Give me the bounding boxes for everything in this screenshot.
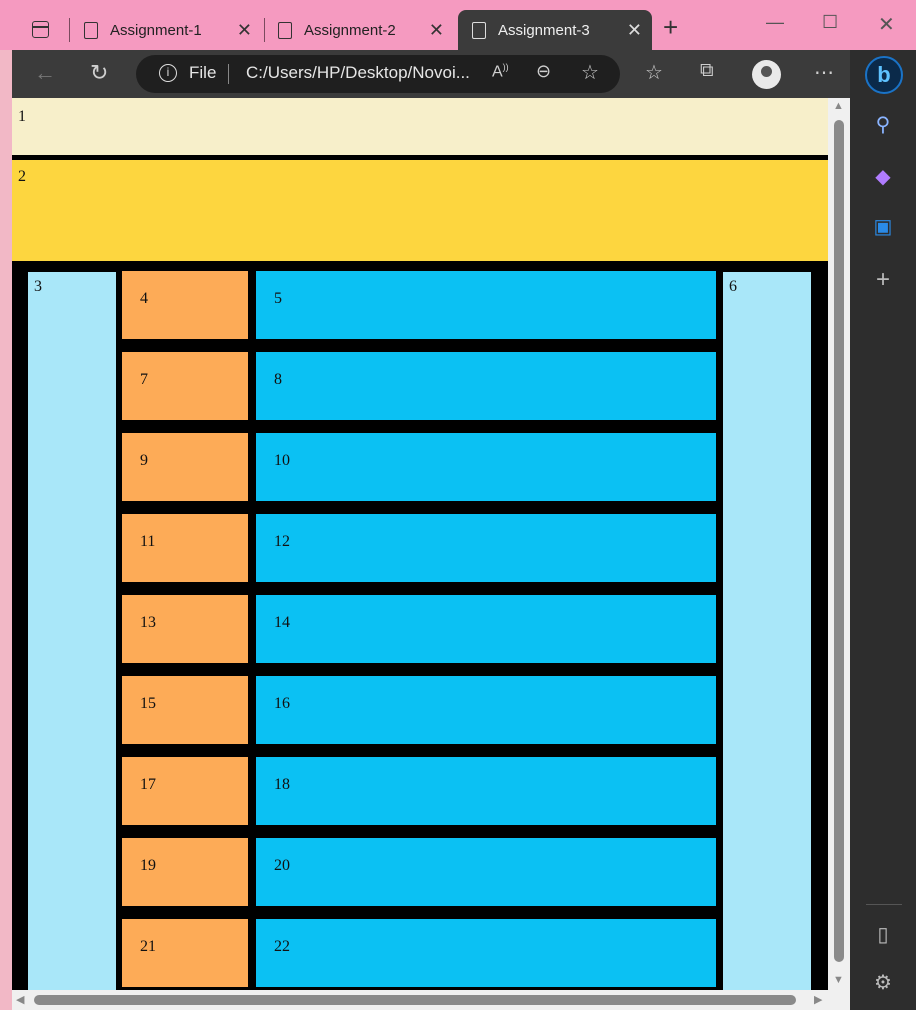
profile-icon[interactable] (752, 60, 781, 89)
search-icon[interactable]: ⚲ (865, 112, 901, 137)
left-cell: 15 (122, 676, 248, 744)
left-cell: 19 (122, 838, 248, 906)
scroll-up-icon[interactable]: ▲ (833, 100, 844, 112)
bing-copilot-icon[interactable]: b (865, 56, 903, 94)
sidebar-divider (866, 904, 902, 905)
scroll-down-icon[interactable]: ▼ (833, 974, 844, 986)
zoom-out-icon[interactable]: ⊖ (536, 61, 551, 82)
close-tab-icon[interactable]: ✕ (429, 20, 444, 41)
right-cell: 10 (256, 433, 716, 501)
collections-icon[interactable]: ⧉ (700, 60, 714, 82)
left-cell: 13 (122, 595, 248, 663)
copilot-icon[interactable]: ◆ (865, 164, 901, 189)
read-aloud-icon[interactable]: A)) (492, 62, 509, 81)
right-cell: 5 (256, 271, 716, 339)
new-tab-button[interactable]: + (663, 14, 678, 40)
vertical-scroll-thumb[interactable] (834, 120, 844, 962)
box-2: 2 (12, 160, 828, 261)
scrollbar-corner (828, 990, 850, 1010)
scroll-left-icon[interactable]: ◀ (16, 993, 24, 1006)
add-icon[interactable]: + (865, 266, 901, 294)
box-3: 3 (28, 272, 116, 990)
refresh-icon[interactable]: ↻ (90, 60, 108, 86)
close-window-button[interactable]: ✕ (878, 12, 895, 37)
tab-label: Assignment-3 (498, 21, 590, 39)
right-cell: 14 (256, 595, 716, 663)
box-6: 6 (723, 272, 811, 990)
right-cell: 18 (256, 757, 716, 825)
page-icon (84, 21, 98, 39)
right-cell: 22 (256, 919, 716, 987)
box-1: 1 (12, 98, 828, 155)
site-info-icon[interactable]: i (159, 64, 177, 82)
tab-label: Assignment-1 (110, 21, 202, 39)
right-cell: 12 (256, 514, 716, 582)
more-icon[interactable]: ⋯ (814, 60, 834, 85)
left-cell: 4 (122, 271, 248, 339)
settings-icon[interactable]: ⚙ (865, 970, 901, 995)
left-cell: 17 (122, 757, 248, 825)
left-cell: 9 (122, 433, 248, 501)
scroll-right-icon[interactable]: ▶ (814, 993, 822, 1006)
desktop-background (0, 50, 12, 1010)
back-arrow-icon[interactable]: ← (34, 60, 56, 86)
left-cell: 21 (122, 919, 248, 987)
workspaces-icon[interactable] (32, 21, 49, 38)
address-separator (228, 64, 229, 84)
page-icon (278, 21, 292, 39)
right-cell: 8 (256, 352, 716, 420)
right-cell: 20 (256, 838, 716, 906)
page-icon (472, 21, 486, 39)
add-favorite-icon[interactable]: ☆ (581, 60, 599, 85)
page-viewport: 1 2 3 6 4 5 7 8 9 10 11 12 13 14 15 16 17 18 19 20 21 22 (12, 98, 828, 990)
edge-sidebar (850, 50, 916, 1010)
favorites-icon[interactable]: ☆ (645, 60, 663, 85)
tab-assignment-2[interactable]: Assignment-2 ✕ (264, 10, 454, 50)
left-cell: 7 (122, 352, 248, 420)
maximize-button[interactable]: ☐ (822, 12, 838, 33)
sidebar-toggle-icon[interactable]: ▯ (865, 922, 901, 947)
close-tab-icon[interactable]: ✕ (237, 20, 252, 41)
url-text[interactable]: C:/Users/HP/Desktop/Novoi... (246, 63, 470, 83)
tab-assignment-1[interactable]: Assignment-1 ✕ (70, 10, 262, 50)
outlook-icon[interactable]: ▣ (865, 214, 901, 239)
minimize-button[interactable]: — (766, 12, 784, 33)
close-tab-icon[interactable]: ✕ (627, 20, 642, 41)
left-cell: 11 (122, 514, 248, 582)
tab-label: Assignment-2 (304, 21, 396, 39)
scheme-label: File (189, 63, 217, 82)
horizontal-scroll-thumb[interactable] (34, 995, 796, 1005)
right-cell: 16 (256, 676, 716, 744)
tab-assignment-3[interactable]: Assignment-3 ✕ (458, 10, 652, 50)
